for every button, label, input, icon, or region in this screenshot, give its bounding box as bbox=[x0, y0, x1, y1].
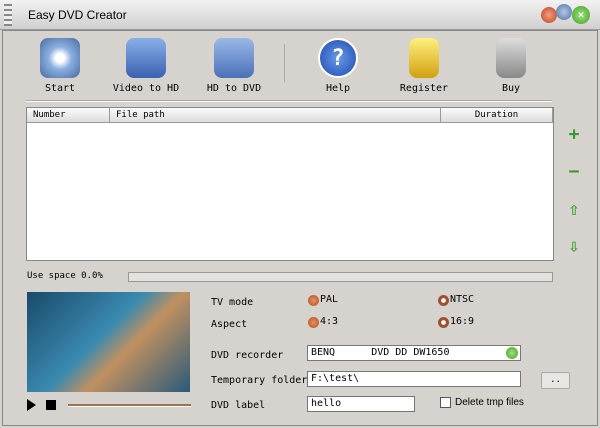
window-title: Easy DVD Creator bbox=[28, 8, 127, 22]
aspect-16-9-radio[interactable] bbox=[438, 317, 449, 328]
use-space-label: Use space 0.0% bbox=[27, 271, 103, 281]
video-to-hd-button[interactable]: Video to HD bbox=[106, 38, 186, 94]
remove-icon[interactable]: − bbox=[566, 163, 582, 181]
move-up-icon[interactable]: ⇧ bbox=[566, 201, 582, 219]
dropdown-arrow-icon[interactable] bbox=[506, 347, 518, 359]
browse-button[interactable]: .. bbox=[541, 372, 570, 389]
divider bbox=[26, 100, 552, 102]
aspect-16-9-label: 16:9 bbox=[450, 316, 475, 327]
delete-tmp-checkbox[interactable] bbox=[440, 397, 451, 408]
start-button[interactable]: Start bbox=[20, 38, 100, 94]
stop-icon[interactable] bbox=[46, 400, 56, 410]
minimize-button[interactable] bbox=[541, 7, 557, 23]
play-icon[interactable] bbox=[27, 399, 36, 411]
dvd-recorder-value: BENQ DVD DD DW1650 bbox=[311, 347, 450, 358]
move-down-icon[interactable]: ⇩ bbox=[566, 238, 582, 256]
lock-icon bbox=[409, 38, 439, 78]
add-icon[interactable]: + bbox=[566, 126, 582, 144]
file-table[interactable]: Number File path Duration bbox=[26, 107, 554, 261]
register-button[interactable]: Register bbox=[384, 38, 464, 94]
pal-label: PAL bbox=[320, 294, 339, 305]
temporary-folder-label: Temporary folder bbox=[211, 375, 308, 386]
dvd-label-input[interactable]: hello bbox=[307, 396, 415, 412]
aspect-4-3-radio[interactable] bbox=[308, 317, 319, 328]
seek-slider[interactable] bbox=[68, 404, 191, 407]
ntsc-radio[interactable] bbox=[438, 295, 449, 306]
grip-icon bbox=[4, 4, 12, 26]
use-space-bar bbox=[128, 272, 553, 282]
pal-radio[interactable] bbox=[308, 295, 319, 306]
folder-disc-icon bbox=[214, 38, 254, 78]
delete-tmp-label: Delete tmp files bbox=[455, 397, 524, 408]
hd-to-dvd-button[interactable]: HD to DVD bbox=[194, 38, 274, 94]
toolbar-separator bbox=[284, 44, 285, 82]
ntsc-label: NTSC bbox=[450, 294, 475, 305]
column-number[interactable]: Number bbox=[27, 108, 110, 123]
video-preview bbox=[27, 292, 190, 392]
tv-mode-label: TV mode bbox=[211, 297, 254, 308]
title-bar: Easy DVD Creator ✕ bbox=[0, 0, 600, 30]
aspect-label: Aspect bbox=[211, 319, 248, 330]
restore-button[interactable] bbox=[556, 4, 572, 20]
buy-button[interactable]: Buy bbox=[471, 38, 551, 94]
help-button[interactable]: ? Help bbox=[298, 38, 378, 94]
dvd-recorder-select[interactable]: BENQ DVD DD DW1650 bbox=[307, 345, 521, 361]
aspect-4-3-label: 4:3 bbox=[320, 316, 339, 327]
temporary-folder-input[interactable]: F:\test\ bbox=[307, 371, 521, 387]
column-duration[interactable]: Duration bbox=[441, 108, 553, 123]
dvd-recorder-label: DVD recorder bbox=[211, 350, 284, 361]
close-button[interactable]: ✕ bbox=[572, 6, 590, 24]
dvd-film-icon bbox=[40, 38, 80, 78]
folder-film-icon bbox=[126, 38, 166, 78]
cart-icon bbox=[496, 38, 526, 78]
dvd-label-label: DVD label bbox=[211, 400, 266, 411]
column-file-path[interactable]: File path bbox=[110, 108, 441, 123]
